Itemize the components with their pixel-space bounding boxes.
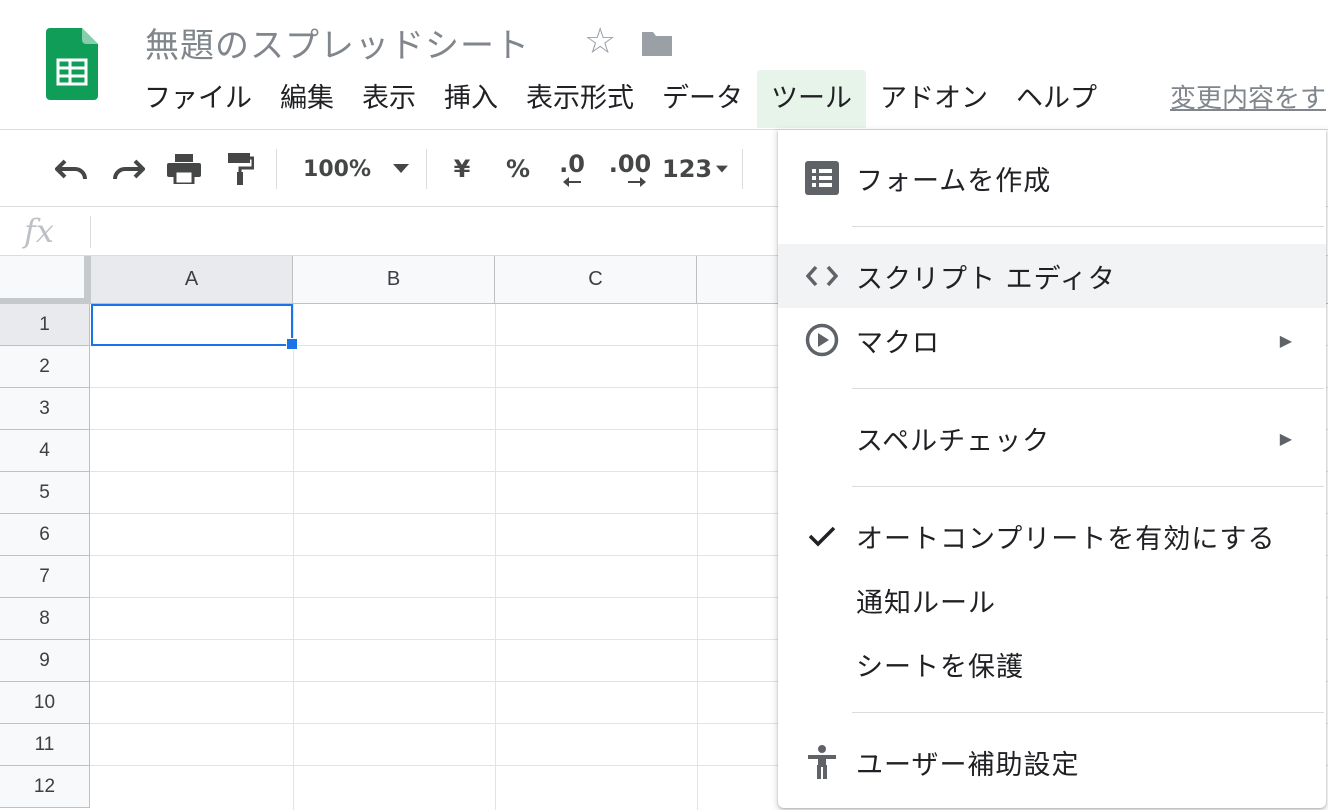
macros-label: マクロ [856, 327, 940, 359]
selected-cell-a1[interactable] [91, 304, 293, 346]
row-header-1[interactable]: 1 [0, 304, 90, 346]
row-header-7[interactable]: 7 [0, 556, 90, 598]
toolbar-divider [276, 149, 277, 189]
protect-sheet-label: シートを保護 [856, 651, 1024, 683]
toolbar-divider [742, 149, 743, 189]
arrow-left-icon [563, 177, 581, 187]
dropdown-arrow-icon [716, 165, 728, 172]
row-header-3[interactable]: 3 [0, 388, 90, 430]
menu-data[interactable]: データ [648, 70, 757, 128]
row-header-4[interactable]: 4 [0, 430, 90, 472]
code-icon [804, 258, 840, 294]
tools-menu: フォームを作成 スクリプト エディタ マクロ ▶ スペルチェック ▶ オートコン… [778, 130, 1326, 808]
row-header-10[interactable]: 10 [0, 682, 90, 724]
currency-format-button[interactable]: ¥ [440, 131, 484, 207]
menu-item-notification-rules[interactable]: 通知ルール [778, 568, 1326, 632]
checkmark-icon [804, 518, 840, 554]
percent-format-button[interactable]: % [496, 131, 540, 207]
play-circle-icon [804, 322, 840, 358]
menu-addons[interactable]: アドオン [866, 70, 1002, 128]
print-button[interactable] [162, 131, 206, 207]
increase-decimal-button[interactable]: .00 [606, 131, 654, 207]
autocomplete-label: オートコンプリートを有効にする [856, 523, 1276, 555]
menu-file[interactable]: ファイル [130, 70, 266, 128]
grid-line [495, 304, 496, 810]
menu-item-accessibility[interactable]: ユーザー補助設定 [778, 730, 1326, 794]
menu-item-autocomplete[interactable]: オートコンプリートを有効にする [778, 504, 1326, 568]
row-header-12[interactable]: 12 [0, 766, 90, 808]
decrease-decimal-label: .0 [559, 150, 585, 178]
dropdown-arrow-icon [392, 164, 409, 173]
last-edit-link[interactable]: 変更内容をす [1170, 78, 1326, 115]
menu-divider [852, 226, 1324, 227]
zoom-value: 100% [303, 156, 371, 182]
grid-line [293, 304, 294, 810]
undo-icon [55, 159, 87, 180]
menu-edit[interactable]: 編集 [266, 70, 348, 128]
row-header-2[interactable]: 2 [0, 346, 90, 388]
sheets-logo-icon[interactable] [46, 28, 98, 100]
script-editor-label: スクリプト エディタ [856, 263, 1116, 295]
redo-button[interactable] [106, 131, 150, 207]
menu-divider [852, 388, 1324, 389]
formula-divider [90, 216, 91, 248]
accessibility-icon [804, 744, 840, 780]
star-icon[interactable]: ☆ [584, 20, 616, 64]
paint-format-button[interactable] [218, 131, 262, 207]
row-header-6[interactable]: 6 [0, 514, 90, 556]
folder-icon[interactable] [640, 30, 674, 58]
function-icon: fx [24, 212, 54, 250]
undo-button[interactable] [50, 131, 94, 207]
row-header-8[interactable]: 8 [0, 598, 90, 640]
form-icon [804, 160, 840, 196]
accessibility-label: ユーザー補助設定 [856, 749, 1080, 781]
menu-item-create-form[interactable]: フォームを作成 [778, 146, 1326, 210]
menu-format[interactable]: 表示形式 [512, 70, 648, 128]
menu-item-protect-sheet[interactable]: シートを保護 [778, 632, 1326, 696]
menu-divider [852, 486, 1324, 487]
row-header-5[interactable]: 5 [0, 472, 90, 514]
more-formats-label: 123 [662, 155, 713, 183]
arrow-right-icon [628, 177, 646, 187]
create-form-label: フォームを作成 [856, 165, 1052, 197]
decrease-decimal-button[interactable]: .0 [550, 131, 594, 207]
menu-item-macros[interactable]: マクロ ▶ [778, 308, 1326, 372]
fill-handle[interactable] [286, 338, 298, 350]
increase-decimal-label: .00 [608, 150, 652, 178]
select-all-corner[interactable] [0, 256, 90, 304]
menu-divider [852, 712, 1324, 713]
column-header-a[interactable]: A [91, 256, 293, 304]
paint-format-icon [228, 153, 254, 185]
menu-item-script-editor[interactable]: スクリプト エディタ [778, 244, 1326, 308]
submenu-arrow-icon: ▶ [1279, 330, 1292, 350]
row-header-11[interactable]: 11 [0, 724, 90, 766]
document-title[interactable]: 無題のスプレッドシート [145, 18, 530, 67]
print-icon [167, 154, 201, 184]
menu-help[interactable]: ヘルプ [1002, 70, 1111, 128]
submenu-arrow-icon: ▶ [1279, 428, 1292, 448]
redo-icon [113, 159, 145, 180]
menu-item-spelling[interactable]: スペルチェック ▶ [778, 406, 1326, 470]
grid-line [697, 304, 698, 810]
menu-insert[interactable]: 挿入 [430, 70, 512, 128]
menu-view[interactable]: 表示 [348, 70, 430, 128]
app-header: 無題のスプレッドシート ☆ ファイル 編集 表示 挿入 表示形式 データ ツール… [0, 0, 1328, 130]
notification-rules-label: 通知ルール [856, 587, 996, 619]
spelling-label: スペルチェック [856, 425, 1051, 457]
row-header-9[interactable]: 9 [0, 640, 90, 682]
toolbar-divider [426, 149, 427, 189]
zoom-select[interactable]: 100% [296, 131, 416, 207]
column-header-b[interactable]: B [293, 256, 495, 304]
menu-bar: ファイル 編集 表示 挿入 表示形式 データ ツール アドオン ヘルプ [130, 70, 1111, 128]
column-header-c[interactable]: C [495, 256, 697, 304]
more-formats-button[interactable]: 123 [662, 131, 728, 207]
menu-tools[interactable]: ツール [757, 70, 866, 128]
